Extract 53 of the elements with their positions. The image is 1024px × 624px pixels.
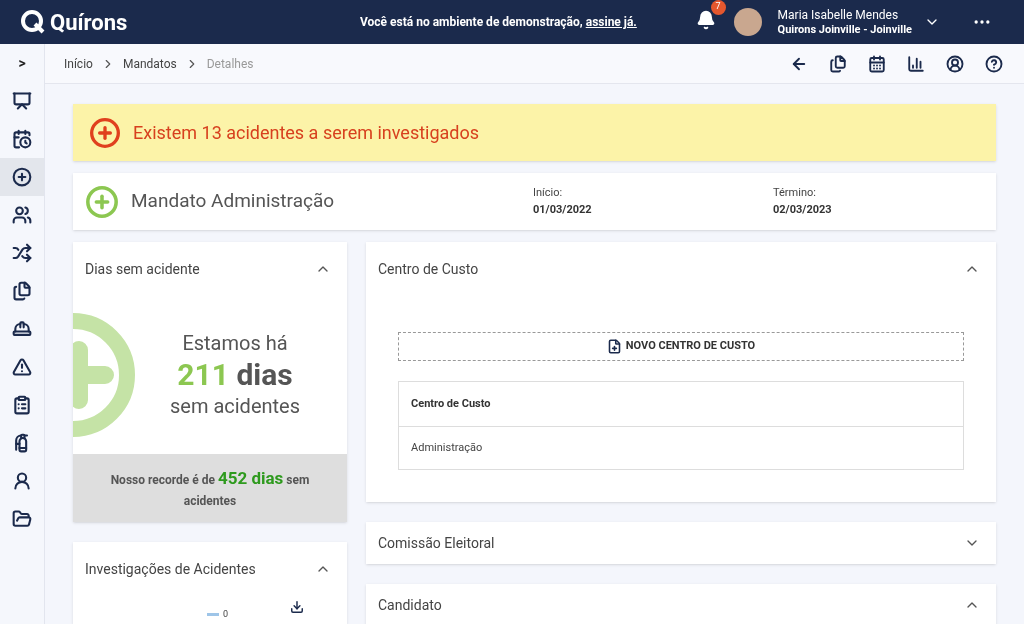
end-label: Término: <box>773 185 817 201</box>
people-icon <box>12 205 32 225</box>
panel-title: Centro de Custo <box>378 259 479 279</box>
end-date: 02/03/2023 <box>773 201 832 218</box>
breadcrumb-link[interactable]: Mandatos <box>122 54 177 73</box>
breadcrumb-link[interactable]: Início <box>64 54 93 73</box>
notification-count: 7 <box>710 0 726 15</box>
clipboard-icon <box>12 395 32 415</box>
user-circle-icon <box>946 54 964 73</box>
bell-icon <box>695 9 716 30</box>
new-cost-center-button[interactable]: NOVO CENTRO DE CUSTO <box>398 332 964 361</box>
plus-circle-icon <box>12 167 32 187</box>
shuffle-icon <box>12 243 32 263</box>
download-icon[interactable] <box>290 600 305 614</box>
hard-hat-icon <box>12 319 32 339</box>
calendar-icon <box>868 54 886 73</box>
expand-sidebar-button[interactable]: > <box>0 44 44 82</box>
user-organization: Quirons Joinville - Joinville <box>777 22 912 37</box>
table-cell-text: Administração <box>410 439 484 456</box>
folder-icon <box>12 509 32 529</box>
sidebar-item[interactable] <box>0 158 44 196</box>
panel-title: Candidato <box>378 595 442 615</box>
mandate-title: Mandato Administração <box>131 188 336 215</box>
record-text: Nosso recorde é de 452 dias sem acidentes <box>109 467 311 510</box>
presentation-icon <box>12 91 32 111</box>
panel-title: Comissão Eleitoral <box>378 533 495 553</box>
plus-circle-icon <box>85 184 119 219</box>
days-caption: sem acidentes <box>169 393 300 419</box>
start-date: 01/03/2022 <box>533 201 593 218</box>
help-icon <box>985 54 1003 73</box>
panel-title: Dias sem acidente <box>85 259 200 279</box>
alert-message: Existem 13 acidentes a serem investigados <box>133 121 480 145</box>
days-intro: Estamos há <box>182 331 288 357</box>
files-icon <box>829 54 847 73</box>
start-label: Início: <box>533 185 564 201</box>
warning-icon <box>12 357 32 377</box>
subscribe-link[interactable]: assine já. <box>585 15 637 29</box>
legend-value: 0 <box>223 608 229 621</box>
file-plus-icon <box>606 339 622 354</box>
column-header: Centro de Custo <box>399 382 963 427</box>
panel-title: Investigações de Acidentes <box>85 559 256 579</box>
user-name: Maria Isabelle Mendes <box>777 7 900 23</box>
days-count: 211 dias <box>177 356 293 394</box>
calendar-clock-icon <box>12 129 32 149</box>
logo-icon <box>20 9 46 35</box>
person-icon <box>12 471 32 491</box>
bar-chart-icon <box>907 54 925 73</box>
legend-swatch <box>207 613 219 617</box>
brand-name: Quírons <box>50 8 128 37</box>
avatar <box>733 8 762 36</box>
demo-notice: Você está no ambiente de demonstração, assine já. <box>360 14 637 31</box>
files-icon <box>12 281 32 301</box>
plus-circle-icon <box>89 116 121 149</box>
